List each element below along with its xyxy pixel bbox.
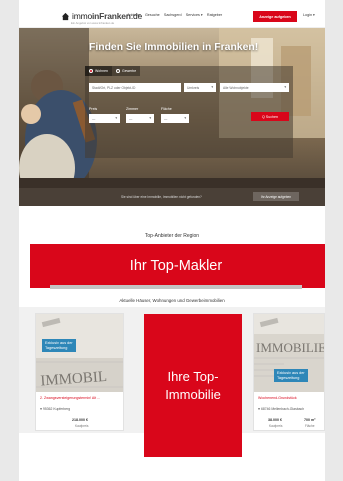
login-menu[interactable]: Login ▾ xyxy=(303,13,315,17)
listing-price: 218.000 € xyxy=(72,418,88,422)
post-ad-button[interactable]: Anzeige aufgeben xyxy=(253,11,297,22)
exclusive-badge: Exklusiv aus der Tageszeitung xyxy=(274,369,308,383)
nav-item-sachsgerd[interactable]: Sachsgerd xyxy=(164,13,182,17)
site-header: immoinFranken.de Ein Angebot von www.inf… xyxy=(19,6,325,28)
top-anbieter-title: Top-Anbieter der Region xyxy=(144,233,200,239)
area-label: Fläche xyxy=(161,107,172,111)
chevron-down-icon: ▾ xyxy=(115,116,117,120)
listing-card-2[interactable]: IMMOBILIE Exklusiv aus der Tageszeitung … xyxy=(253,313,325,431)
nav-item-services[interactable]: Services ▾ xyxy=(186,13,203,17)
page: immoinFranken.de Ein Angebot von www.inf… xyxy=(19,0,325,481)
property-type-select[interactable]: Alle Wohnobjekte ▾ xyxy=(220,83,289,92)
nav-item-anbieter[interactable]: Anbieter xyxy=(127,13,141,17)
tab-gewerbe[interactable]: Gewerbe xyxy=(111,66,141,76)
nav-item-ratgeber[interactable]: Ratgeber xyxy=(207,13,222,17)
main-nav: Anbieter Gesuche Sachsgerd Services ▾ Ra… xyxy=(127,13,226,17)
logo-subline: Ein Angebot von www.infranken.de xyxy=(71,21,115,25)
rooms-label: Zimmer xyxy=(126,107,139,111)
top-immobilie-banner[interactable]: Ihre Top- Immobilie xyxy=(144,314,242,457)
chevron-down-icon: ▾ xyxy=(149,116,151,120)
radio-icon xyxy=(89,69,93,73)
rooms-select[interactable]: — ▾ xyxy=(126,114,154,123)
search-panel: Wohnen Gewerbe Stadt/Ort, PLZ oder Objek… xyxy=(85,66,293,158)
listing-location: ♥ 95362 Kupferberg xyxy=(40,407,71,411)
chevron-down-icon: ▾ xyxy=(284,85,286,89)
listing-area-label: Fläche xyxy=(305,424,315,428)
nav-item-gesuche[interactable]: Gesuche xyxy=(145,13,160,17)
paper-headline: IMMOBILIE xyxy=(256,340,325,355)
area-select[interactable]: — ▾ xyxy=(161,114,189,123)
search-tabs: Wohnen Gewerbe xyxy=(85,66,141,76)
search-button[interactable]: Q Suchen xyxy=(251,112,289,121)
exclusive-badge: Exklusiv aus der Tageszeitung xyxy=(42,339,76,353)
listing-location: ♥ 68746 Mellenbach-Glasbach xyxy=(258,407,305,411)
listing-title[interactable]: 2. Zwangsversteigerungstermin! Alt ... xyxy=(40,396,100,400)
price-label: Preis xyxy=(89,107,98,111)
house-icon xyxy=(61,12,70,20)
top-makler-banner[interactable]: Ihr Top-Makler xyxy=(50,244,302,288)
radius-select[interactable]: Umkreis ▾ xyxy=(184,83,216,92)
listing-price-label: Kaufpreis xyxy=(75,424,89,428)
hero-section: Finden Sie Immobilien in Franken! Wohnen… xyxy=(19,28,325,206)
radio-icon xyxy=(115,69,120,73)
listing-image: IMMOBIL xyxy=(36,314,123,392)
listing-area: 700 m² xyxy=(304,418,316,422)
listing-price-label: Kaufpreis xyxy=(269,424,283,428)
listing-price: 38.000 € xyxy=(268,418,282,422)
chevron-down-icon: ▾ xyxy=(211,85,213,89)
chevron-down-icon: ▾ xyxy=(184,116,186,120)
hero-info-strip: Sie sind über eine Immobilie, Immobilien… xyxy=(19,188,325,206)
info-strip-text: Sie sind über eine Immobilie, Immobilien… xyxy=(121,195,202,199)
newspaper-image: IMMOBIL xyxy=(36,314,123,392)
listings-title: Aktuelle Häuser, Wohnungen und Gewerbeim… xyxy=(119,298,225,303)
listing-card-1[interactable]: IMMOBIL Exklusiv aus der Tageszeitung 2.… xyxy=(35,313,124,431)
tab-wohnen[interactable]: Wohnen xyxy=(85,66,112,76)
listing-title[interactable]: Wochenend-Grundstück xyxy=(258,396,297,400)
price-select[interactable]: — ▾ xyxy=(89,114,120,123)
info-strip-button[interactable]: Ihr Anzeige aufgeben xyxy=(253,192,299,201)
location-input[interactable]: Stadt/Ort, PLZ oder Objekt-ID xyxy=(89,83,181,92)
hero-title: Finden Sie Immobilien in Franken! xyxy=(89,42,259,53)
